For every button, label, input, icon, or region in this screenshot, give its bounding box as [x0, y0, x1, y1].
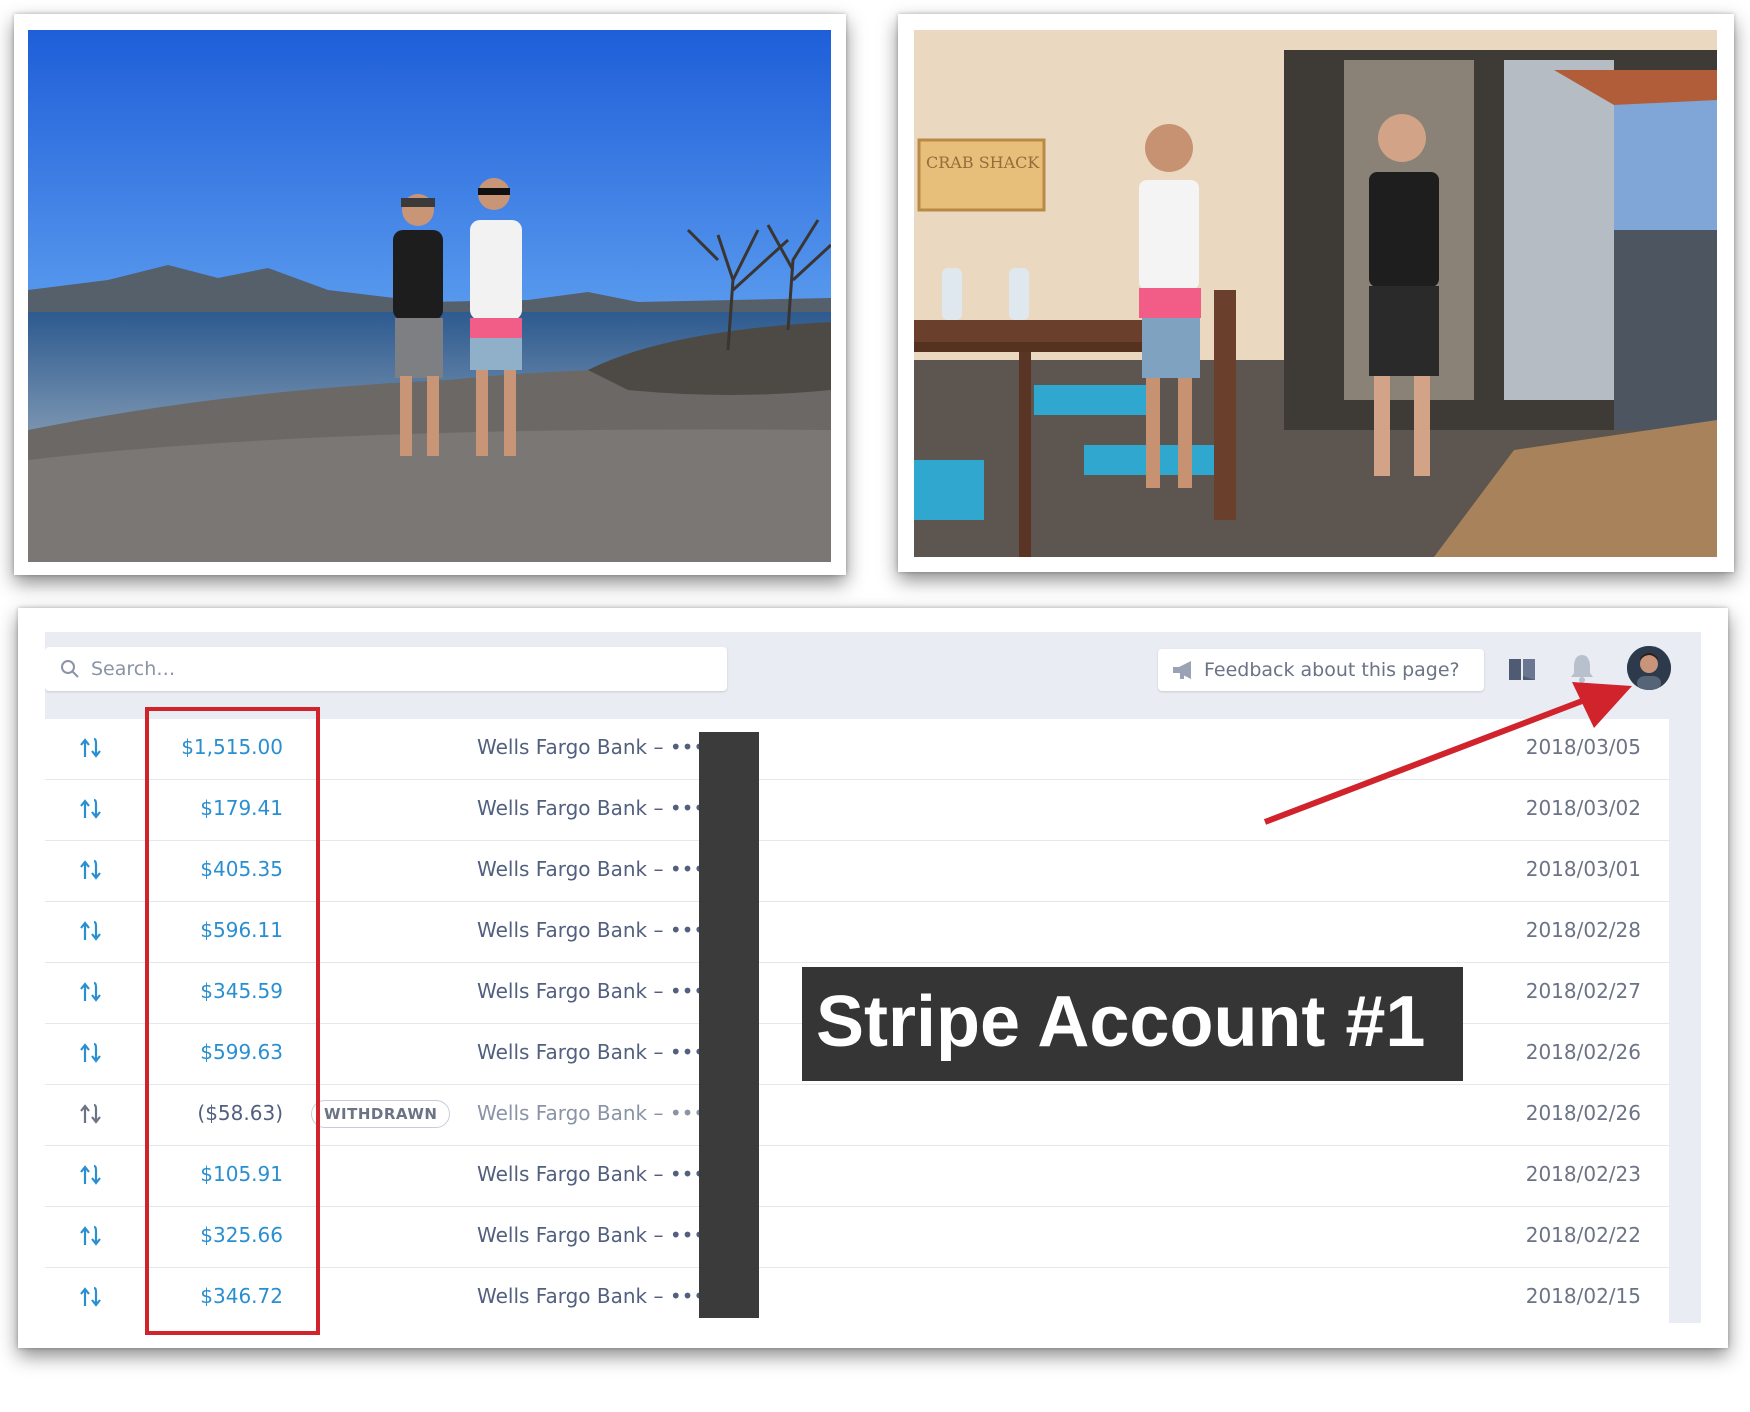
transfer-arrows-icon: [80, 798, 101, 819]
transfer-arrows-icon: [80, 1103, 101, 1124]
transfer-date: 2018/02/22: [1525, 1223, 1641, 1247]
bell-icon[interactable]: [1569, 653, 1595, 683]
bank-account: Wells Fargo Bank – ••••: [477, 1040, 718, 1064]
beach-photo-frame: [14, 14, 846, 575]
megaphone-icon: [1173, 661, 1191, 679]
bank-account: Wells Fargo Bank – ••••: [477, 979, 718, 1003]
status-badge: WITHDRAWN: [311, 1100, 451, 1128]
bank-account: Wells Fargo Bank – ••••: [477, 1101, 718, 1125]
transfer-arrows-icon: [80, 1286, 101, 1307]
amount-highlight-box: [145, 707, 320, 1335]
bank-account: Wells Fargo Bank – ••••: [477, 857, 718, 881]
crab-shack-sign: CRAB SHACK: [926, 153, 1040, 172]
transfer-date: 2018/02/15: [1525, 1284, 1641, 1308]
transfer-arrows-icon: [80, 1164, 101, 1185]
transfer-date: 2018/02/23: [1525, 1162, 1641, 1186]
transfer-date: 2018/02/27: [1525, 979, 1641, 1003]
search-bar[interactable]: Search…: [45, 647, 727, 691]
bank-account: Wells Fargo Bank – ••••: [477, 918, 718, 942]
transfer-date: 2018/02/26: [1525, 1101, 1641, 1125]
transfer-arrows-icon: [80, 859, 101, 880]
bank-account: Wells Fargo Bank – ••••: [477, 1284, 718, 1308]
caption-text: Stripe Account #1: [816, 982, 1426, 1062]
transfer-arrows-icon: [80, 920, 101, 941]
bank-account: Wells Fargo Bank – ••••: [477, 1162, 718, 1186]
caption-box: Stripe Account #1: [802, 967, 1463, 1081]
room-photo-frame: CRAB SHACK: [898, 14, 1734, 572]
beach-photo: [28, 30, 831, 562]
book-icon[interactable]: [1508, 656, 1536, 682]
search-input[interactable]: Search…: [91, 658, 175, 680]
bank-account: Wells Fargo Bank – ••••: [477, 735, 718, 759]
search-icon: [61, 660, 79, 678]
transfer-date: 2018/02/26: [1525, 1040, 1641, 1064]
transfer-date: 2018/03/01: [1525, 857, 1641, 881]
room-photo: CRAB SHACK: [914, 30, 1717, 557]
feedback-label: Feedback about this page?: [1204, 659, 1460, 681]
transfer-arrows-icon: [80, 1042, 101, 1063]
transfer-arrows-icon: [80, 737, 101, 758]
transfer-arrows-icon: [80, 1225, 101, 1246]
red-arrow-annotation: [1263, 682, 1632, 825]
transfer-arrows-icon: [80, 981, 101, 1002]
redaction-bar: [699, 732, 759, 1318]
bank-account: Wells Fargo Bank – ••••: [477, 1223, 718, 1247]
bank-account: Wells Fargo Bank – ••••: [477, 796, 718, 820]
transfer-date: 2018/02/28: [1525, 918, 1641, 942]
